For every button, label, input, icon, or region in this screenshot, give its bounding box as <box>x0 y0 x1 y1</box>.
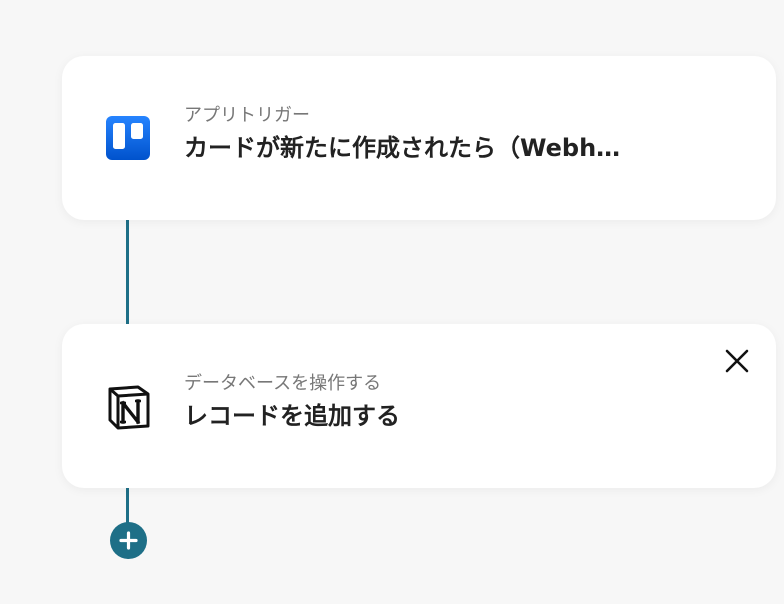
trigger-step-subtitle: アプリトリガー <box>184 105 310 126</box>
close-icon[interactable] <box>720 344 754 378</box>
add-step-button[interactable] <box>110 522 147 559</box>
action-step-text: データベースを操作する レコードを追加する <box>184 372 704 432</box>
plus-icon <box>119 531 138 550</box>
trigger-step-text: アプリトリガー カードが新たに作成されたら（Webh… <box>184 104 704 164</box>
action-step-title: レコードを追加する <box>184 402 400 430</box>
flow-connector <box>126 486 129 524</box>
action-step-card[interactable]: データベースを操作する レコードを追加する <box>62 324 776 488</box>
trigger-step-title: カードが新たに作成されたら（Webh… <box>184 134 621 162</box>
action-step-subtitle: データベースを操作する <box>184 373 382 394</box>
trello-icon <box>106 116 150 160</box>
notion-icon <box>106 384 150 430</box>
trigger-step-card[interactable]: アプリトリガー カードが新たに作成されたら（Webh… <box>62 56 776 220</box>
flow-canvas: アプリトリガー カードが新たに作成されたら（Webh… データベースを操作する … <box>0 0 784 604</box>
flow-connector <box>126 218 129 324</box>
